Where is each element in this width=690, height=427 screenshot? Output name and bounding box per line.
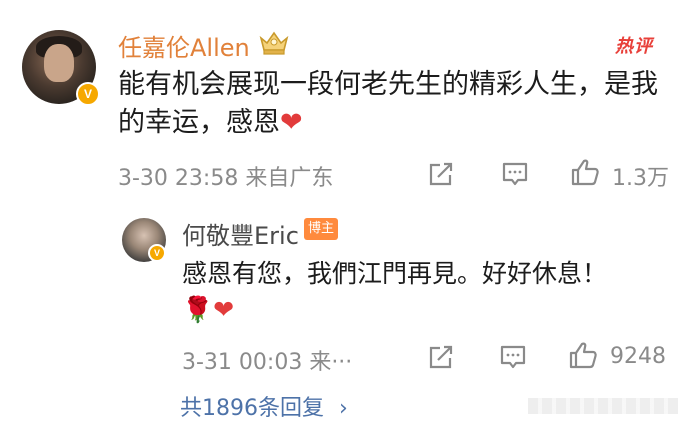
reply-count-label: 共1896条回复 [180, 396, 324, 421]
reply-like-count: 9248 [610, 344, 666, 369]
reply-text: 感恩有您，我們江門再見。好好休息！ 🌹❤ [182, 256, 672, 328]
like-count: 1.3万 [612, 166, 669, 191]
share-icon[interactable] [426, 342, 456, 372]
comment-icon[interactable] [498, 342, 528, 372]
chevron-right-icon: › [339, 396, 348, 421]
comment-meta: 3-30 23:58 来自广东 [118, 166, 334, 191]
like-icon[interactable] [570, 157, 600, 187]
reply-verified-badge-icon: V [148, 244, 166, 262]
reply-meta: 3-31 00:03 来··· [182, 350, 353, 375]
comment-body: 能有机会展现一段何老先生的精彩人生，是我的幸运，感恩 [118, 69, 658, 138]
verified-badge-icon: V [76, 82, 100, 106]
author-name[interactable]: 任嘉伦Allen [118, 28, 250, 63]
reply-body: 感恩有您，我們江門再見。好好休息！ [182, 259, 608, 288]
author-avatar[interactable]: V [22, 30, 100, 106]
hot-comment-tag: 热评 [615, 36, 653, 57]
blurred-watermark [528, 398, 678, 414]
reply-emoji: 🌹❤ [182, 295, 235, 324]
blogger-tag: 博主 [304, 218, 339, 240]
heart-emoji: ❤ [280, 107, 303, 138]
like-icon[interactable] [568, 340, 598, 370]
reply-author-avatar[interactable]: V [122, 218, 166, 262]
comment-text: 能有机会展现一段何老先生的精彩人生，是我的幸运，感恩❤ [118, 66, 678, 142]
reply-author-name[interactable]: 何敬豐Eric [182, 216, 299, 251]
comment-icon[interactable] [500, 159, 530, 189]
avatar-face [44, 44, 74, 82]
view-all-replies-link[interactable]: 共1896条回复 › [180, 390, 348, 422]
share-icon[interactable] [426, 159, 456, 189]
crown-icon [259, 31, 289, 55]
